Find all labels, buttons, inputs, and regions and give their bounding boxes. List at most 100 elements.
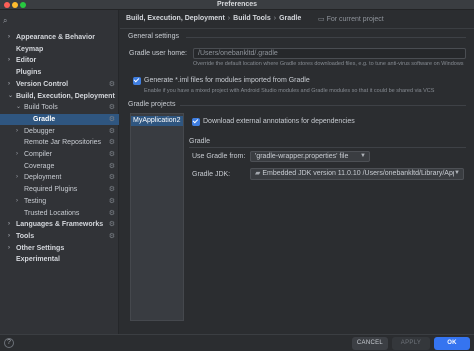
gradle-jdk-select[interactable]: ▰ Embedded JDK version 11.0.10 /Users/on… (250, 168, 464, 180)
project-settings-icon: ⚙ (108, 139, 115, 147)
sidebar-item-version-control[interactable]: › Version Control ⚙ (0, 79, 119, 90)
breadcrumb-header: Build, Execution, Deployment › Build Tools… (120, 10, 474, 29)
gradle-projects-title: Gradle projects (128, 101, 176, 108)
project-list-item[interactable]: MyApplication2 (131, 116, 183, 126)
sidebar-item-required-plugins[interactable]: Required Plugins ⚙ (0, 184, 119, 195)
sidebar-item-label: Gradle (33, 115, 56, 123)
sidebar-item-other-settings[interactable]: › Other Settings (0, 243, 119, 254)
section-divider (186, 37, 466, 38)
breadcrumb-build-tools[interactable]: Build Tools (233, 15, 271, 22)
sidebar-item-label: Testing (24, 197, 47, 205)
chevron-right-icon[interactable]: › (8, 243, 10, 254)
sidebar-item-languages-frameworks[interactable]: › Languages & Frameworks ⚙ (0, 219, 119, 230)
sidebar-item-deployment[interactable]: › Deployment ⚙ (0, 172, 119, 183)
download-annotations-label: Download external annotations for depend… (203, 118, 355, 125)
gradle-projects-list: MyApplication2 (130, 113, 184, 321)
sidebar-item-label: Remote Jar Repositories (24, 139, 102, 147)
project-settings-icon: ⚙ (108, 186, 115, 194)
project-settings-icon: ⚙ (108, 232, 115, 240)
project-settings-icon: ⚙ (108, 115, 115, 123)
ok-button[interactable]: OK (434, 337, 470, 350)
section-divider (189, 147, 466, 148)
breadcrumb-gradle: Gradle (279, 15, 302, 22)
dialog-footer: ? CANCEL APPLY OK (0, 334, 474, 351)
chevron-down-icon: ▼ (360, 153, 366, 159)
chevron-right-icon[interactable]: › (16, 172, 18, 183)
gradle-jdk-label: Gradle JDK: (192, 171, 231, 178)
sidebar-item-gradle[interactable]: Gradle ⚙ (0, 113, 119, 125)
breadcrumb-build-execution[interactable]: Build, Execution, Deployment (126, 15, 225, 22)
sidebar-item-remote-jar-repositories[interactable]: Remote Jar Repositories ⚙ (0, 137, 119, 148)
general-settings-title: General settings (128, 33, 179, 40)
project-scope-text: For current project (326, 16, 384, 23)
sidebar-item-keymap[interactable]: Keymap (0, 44, 119, 55)
sidebar-item-coverage[interactable]: Coverage ⚙ (0, 161, 119, 172)
sidebar-item-experimental[interactable]: Experimental (0, 254, 119, 265)
chevron-right-icon[interactable]: › (16, 126, 18, 137)
chevron-down-icon: ▼ (454, 169, 460, 178)
sidebar-item-appearance-behavior[interactable]: › Appearance & Behavior (0, 32, 119, 43)
sidebar-item-trusted-locations[interactable]: Trusted Locations ⚙ (0, 208, 119, 219)
window-title: Preferences (216, 1, 258, 8)
generate-iml-checkbox[interactable] (133, 77, 141, 85)
generate-iml-label: Generate *.iml files for modules importe… (144, 77, 310, 84)
project-settings-icon: ⚙ (108, 162, 115, 170)
sidebar-item-build-execution-deployment[interactable]: ⌄ Build, Execution, Deployment (0, 91, 119, 102)
chevron-down-icon[interactable]: ⌄ (8, 91, 13, 102)
sidebar-item-label: Appearance & Behavior (16, 34, 95, 41)
use-gradle-from-label: Use Gradle from: (192, 153, 246, 160)
sidebar-item-label: Tools (16, 232, 35, 240)
sidebar-item-plugins[interactable]: Plugins (0, 67, 119, 78)
sidebar-item-editor[interactable]: › Editor (0, 55, 119, 66)
sidebar-item-label: Languages & Frameworks (16, 221, 104, 229)
chevron-right-icon[interactable]: › (8, 79, 10, 90)
sidebar-item-compiler[interactable]: › Compiler ⚙ (0, 149, 119, 160)
sidebar-item-label: Trusted Locations (24, 209, 80, 217)
project-settings-icon: ⚙ (108, 80, 115, 88)
chevron-right-icon[interactable]: › (8, 231, 10, 242)
cancel-button[interactable]: CANCEL (352, 337, 388, 350)
apply-button[interactable]: APPLY (392, 337, 430, 350)
download-annotations-checkbox[interactable] (192, 118, 200, 126)
gradle-jdk-value: Embedded JDK version 11.0.10 /Users/oneb… (262, 170, 459, 177)
gradle-user-home-input[interactable]: /Users/onebankltd/.gradle (193, 48, 466, 59)
sidebar-item-label: Compiler (24, 151, 53, 158)
settings-search-input[interactable]: ⌕ (3, 16, 115, 26)
sidebar-item-label: Version Control (16, 80, 69, 88)
generate-iml-hint: Enable if you have a mixed project with … (144, 88, 435, 94)
chevron-right-icon[interactable]: › (8, 219, 10, 230)
sidebar-item-label: Build, Execution, Deployment (16, 92, 115, 100)
sidebar-item-label: Coverage (24, 162, 55, 170)
project-settings-icon: ⚙ (108, 197, 115, 205)
help-button[interactable]: ? (4, 338, 14, 348)
breadcrumb-separator: › (273, 15, 277, 22)
sidebar-item-build-tools[interactable]: ⌄ Build Tools ⚙ (0, 102, 119, 113)
project-settings-icon: ⚙ (108, 174, 115, 182)
project-scope-label: ▭ For current project (318, 15, 384, 23)
sidebar-item-label: Other Settings (16, 244, 65, 252)
sidebar-item-label: Required Plugins (24, 186, 78, 194)
chevron-right-icon[interactable]: › (16, 149, 18, 160)
project-settings-icon: ⚙ (108, 104, 115, 112)
gradle-user-home-hint: Override the default location where Grad… (193, 61, 464, 67)
use-gradle-from-select[interactable]: 'gradle-wrapper.properties' file ▼ (250, 151, 370, 162)
settings-sidebar: ⌕ › Appearance & Behavior Keymap › Editor Plu… (0, 10, 119, 334)
chevron-right-icon[interactable]: › (16, 196, 18, 207)
project-settings-icon: ⚙ (108, 127, 115, 135)
sidebar-item-label: Deployment (24, 174, 62, 182)
project-settings-icon: ⚙ (108, 221, 115, 229)
sidebar-item-label: Keymap (16, 45, 44, 53)
sidebar-item-tools[interactable]: › Tools ⚙ (0, 231, 119, 242)
sidebar-item-label: Experimental (16, 256, 60, 264)
chevron-right-icon[interactable]: › (8, 32, 10, 43)
sidebar-item-debugger[interactable]: › Debugger ⚙ (0, 126, 119, 137)
chevron-right-icon[interactable]: › (8, 55, 10, 66)
sidebar-item-label: Plugins (16, 69, 42, 77)
sidebar-item-testing[interactable]: › Testing ⚙ (0, 196, 119, 207)
sidebar-item-label: Debugger (24, 127, 55, 135)
breadcrumb-separator: › (227, 15, 231, 22)
gradle-subsection-title: Gradle (189, 138, 211, 145)
use-gradle-from-value: 'gradle-wrapper.properties' file (255, 153, 349, 160)
chevron-down-icon[interactable]: ⌄ (16, 102, 21, 113)
search-icon: ⌕ (3, 16, 8, 25)
